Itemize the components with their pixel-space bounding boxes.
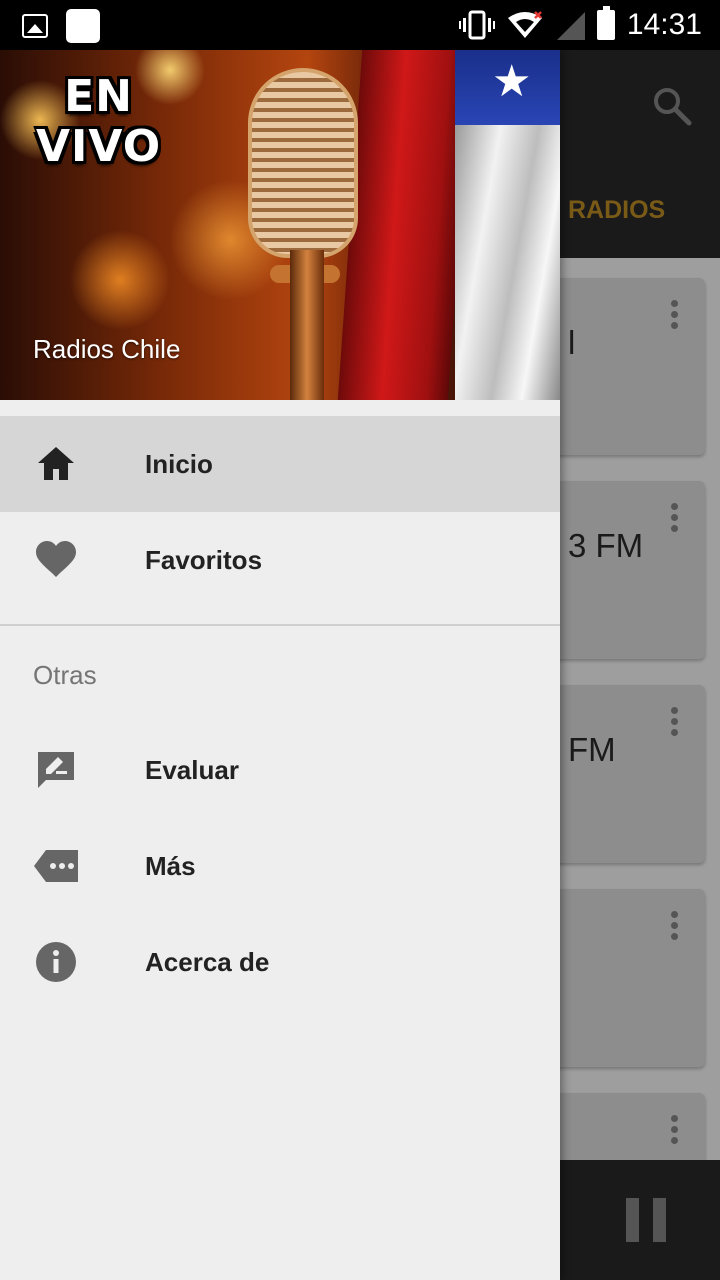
primary-nav: Inicio Favoritos	[0, 416, 560, 608]
nav-item-label: Acerca de	[145, 946, 270, 977]
status-bar: 14:31	[0, 0, 720, 50]
heart-icon	[36, 541, 76, 577]
pause-icon[interactable]	[626, 1198, 666, 1242]
radio-card[interactable]: l	[540, 278, 705, 455]
more-vert-icon[interactable]	[671, 1115, 679, 1148]
info-icon	[36, 942, 76, 982]
drawer-header-title: Radios Chile	[33, 334, 181, 364]
more-vert-icon[interactable]	[671, 911, 679, 944]
divider	[0, 624, 560, 626]
radio-card-title: l	[568, 324, 576, 361]
rate-review-icon	[38, 752, 74, 788]
radio-card-title: FM	[568, 731, 616, 768]
radio-card-title: 3 FM	[568, 527, 644, 564]
signal-icon	[556, 12, 585, 40]
notification-icon	[66, 9, 100, 43]
nav-item-label: Favoritos	[145, 544, 263, 575]
microphone-image	[248, 68, 358, 258]
secondary-nav: Evaluar Más Acerca de	[0, 722, 560, 1010]
nav-item-inicio[interactable]: Inicio	[0, 416, 560, 512]
vibrate-icon	[458, 10, 495, 40]
nav-item-evaluar[interactable]: Evaluar	[0, 722, 560, 818]
more-vert-icon[interactable]	[671, 503, 679, 536]
section-header-otras: Otras	[33, 660, 97, 690]
drawer-header: ★ EN VIVO Radios Chile	[0, 50, 560, 400]
search-icon[interactable]	[652, 86, 692, 126]
navigation-drawer: ★ EN VIVO Radios Chile Inicio Favoritos …	[0, 50, 560, 1280]
nav-item-label: Más	[145, 850, 196, 881]
home-icon	[38, 447, 74, 480]
gallery-icon	[22, 14, 48, 38]
tab-radios[interactable]: RADIOS	[568, 196, 665, 225]
nav-item-label: Inicio	[145, 448, 213, 479]
radio-card[interactable]: 3 FM	[540, 481, 705, 659]
en-vivo-badge: EN VIVO	[36, 71, 162, 172]
more-vert-icon[interactable]	[671, 707, 679, 740]
radio-card[interactable]: FM	[540, 685, 705, 863]
more-label-icon	[34, 850, 78, 882]
flag-image	[337, 50, 473, 400]
nav-item-mas[interactable]: Más	[0, 818, 560, 914]
nav-item-favoritos[interactable]: Favoritos	[0, 512, 560, 608]
nav-item-label: Evaluar	[145, 754, 239, 785]
nav-item-acerca-de[interactable]: Acerca de	[0, 914, 560, 1010]
battery-icon	[596, 6, 615, 40]
star-icon: ★	[492, 57, 532, 106]
clock: 14:31	[626, 8, 702, 41]
wifi-icon	[507, 11, 542, 38]
more-vert-icon[interactable]	[671, 300, 679, 333]
radio-card[interactable]	[540, 889, 705, 1067]
